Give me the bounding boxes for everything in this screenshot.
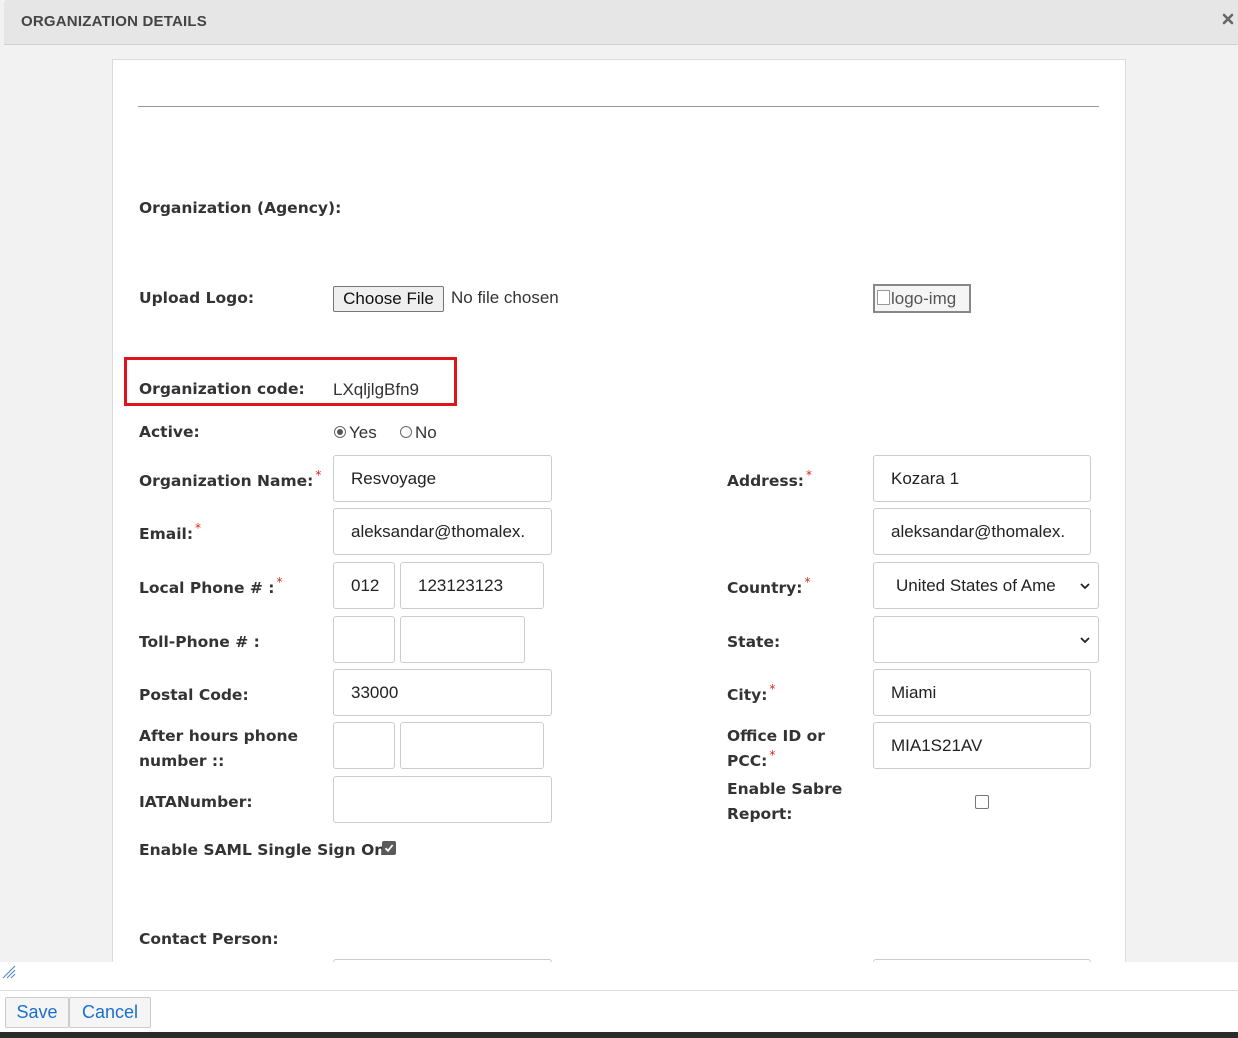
- saml-checkbox[interactable]: [382, 841, 396, 855]
- org-name-label: Organization Name: *: [139, 468, 322, 490]
- country-label: Country: *: [727, 575, 811, 597]
- country-select[interactable]: United States of Ame: [873, 562, 1099, 609]
- active-label: Active:: [139, 423, 200, 441]
- postal-code-label: Postal Code:: [139, 686, 249, 704]
- office-label-line2: PCC: *: [727, 748, 776, 770]
- dialog-titlebar: ORGANIZATION DETAILS: [4, 0, 1238, 45]
- after-hours-label-line2: number ::: [139, 752, 225, 770]
- sabre-label-line1: Enable Sabre: [727, 780, 843, 798]
- section-contact-heading: Contact Person:: [139, 930, 279, 948]
- state-select[interactable]: [873, 616, 1099, 663]
- dialog-footer: Save Cancel: [0, 962, 1238, 1038]
- after-hours-code-input[interactable]: [333, 722, 395, 769]
- active-no-radio[interactable]: [400, 426, 412, 438]
- chevron-down-icon: [1080, 583, 1090, 590]
- address-line1-input[interactable]: Kozara 1: [873, 455, 1091, 502]
- email-label: Email: *: [139, 521, 202, 543]
- org-code-label: Organization code:: [139, 380, 305, 398]
- cancel-button[interactable]: Cancel: [69, 997, 151, 1028]
- upload-logo-label: Upload Logo:: [139, 289, 255, 307]
- iata-label: IATANumber:: [139, 793, 253, 811]
- active-yes-radio[interactable]: [334, 426, 346, 438]
- office-id-input[interactable]: MIA1S21AV: [873, 722, 1091, 769]
- state-label: State:: [727, 633, 781, 651]
- postal-code-input[interactable]: 33000: [333, 669, 552, 716]
- resize-grip-icon[interactable]: [2, 965, 16, 979]
- org-name-input[interactable]: Resvoyage: [333, 455, 552, 502]
- email-input[interactable]: aleksandar@thomalex.: [333, 508, 552, 555]
- form-panel: Organization (Agency): Upload Logo: Choo…: [112, 59, 1126, 963]
- close-icon[interactable]: [1220, 10, 1236, 30]
- choose-file-button[interactable]: Choose File: [333, 286, 444, 312]
- footer-divider: [0, 990, 1238, 991]
- dialog-title: ORGANIZATION DETAILS: [21, 13, 207, 30]
- city-label: City: *: [727, 682, 776, 704]
- chevron-down-icon: [1080, 637, 1090, 644]
- local-phone-code-input[interactable]: 012: [333, 562, 395, 609]
- active-no-label: No: [415, 423, 437, 442]
- section-organization-heading: Organization (Agency):: [139, 199, 342, 217]
- after-hours-label-line1: After hours phone: [139, 727, 299, 745]
- logo-alt-text: logo-img: [891, 289, 957, 308]
- toll-phone-label: Toll-Phone # :: [139, 633, 260, 651]
- local-phone-number-input[interactable]: 123123123: [400, 562, 544, 609]
- save-button[interactable]: Save: [5, 997, 69, 1028]
- toll-phone-number-input[interactable]: [400, 616, 525, 663]
- file-status: No file chosen: [451, 288, 559, 307]
- sabre-label-line2: Report:: [727, 805, 793, 823]
- after-hours-number-input[interactable]: [400, 722, 544, 769]
- country-selected-value: United States of Ame: [896, 576, 1056, 595]
- address-line2-input[interactable]: aleksandar@thomalex.: [873, 508, 1091, 555]
- bottom-bar: [0, 1032, 1238, 1038]
- divider: [138, 106, 1099, 107]
- city-input[interactable]: Miami: [873, 669, 1091, 716]
- logo-image: logo-img: [873, 284, 971, 313]
- sabre-report-checkbox[interactable]: [975, 795, 989, 809]
- toll-phone-code-input[interactable]: [333, 616, 395, 663]
- broken-image-icon: [877, 290, 890, 305]
- local-phone-label: Local Phone # : *: [139, 575, 283, 597]
- office-label-line1: Office ID or: [727, 727, 825, 745]
- active-yes-label: Yes: [349, 423, 377, 442]
- address-label: Address: *: [727, 468, 812, 490]
- saml-label: Enable SAML Single Sign On:: [139, 841, 392, 859]
- iata-input[interactable]: [333, 776, 552, 823]
- org-code-value: LXqljlgBfn9: [333, 380, 420, 399]
